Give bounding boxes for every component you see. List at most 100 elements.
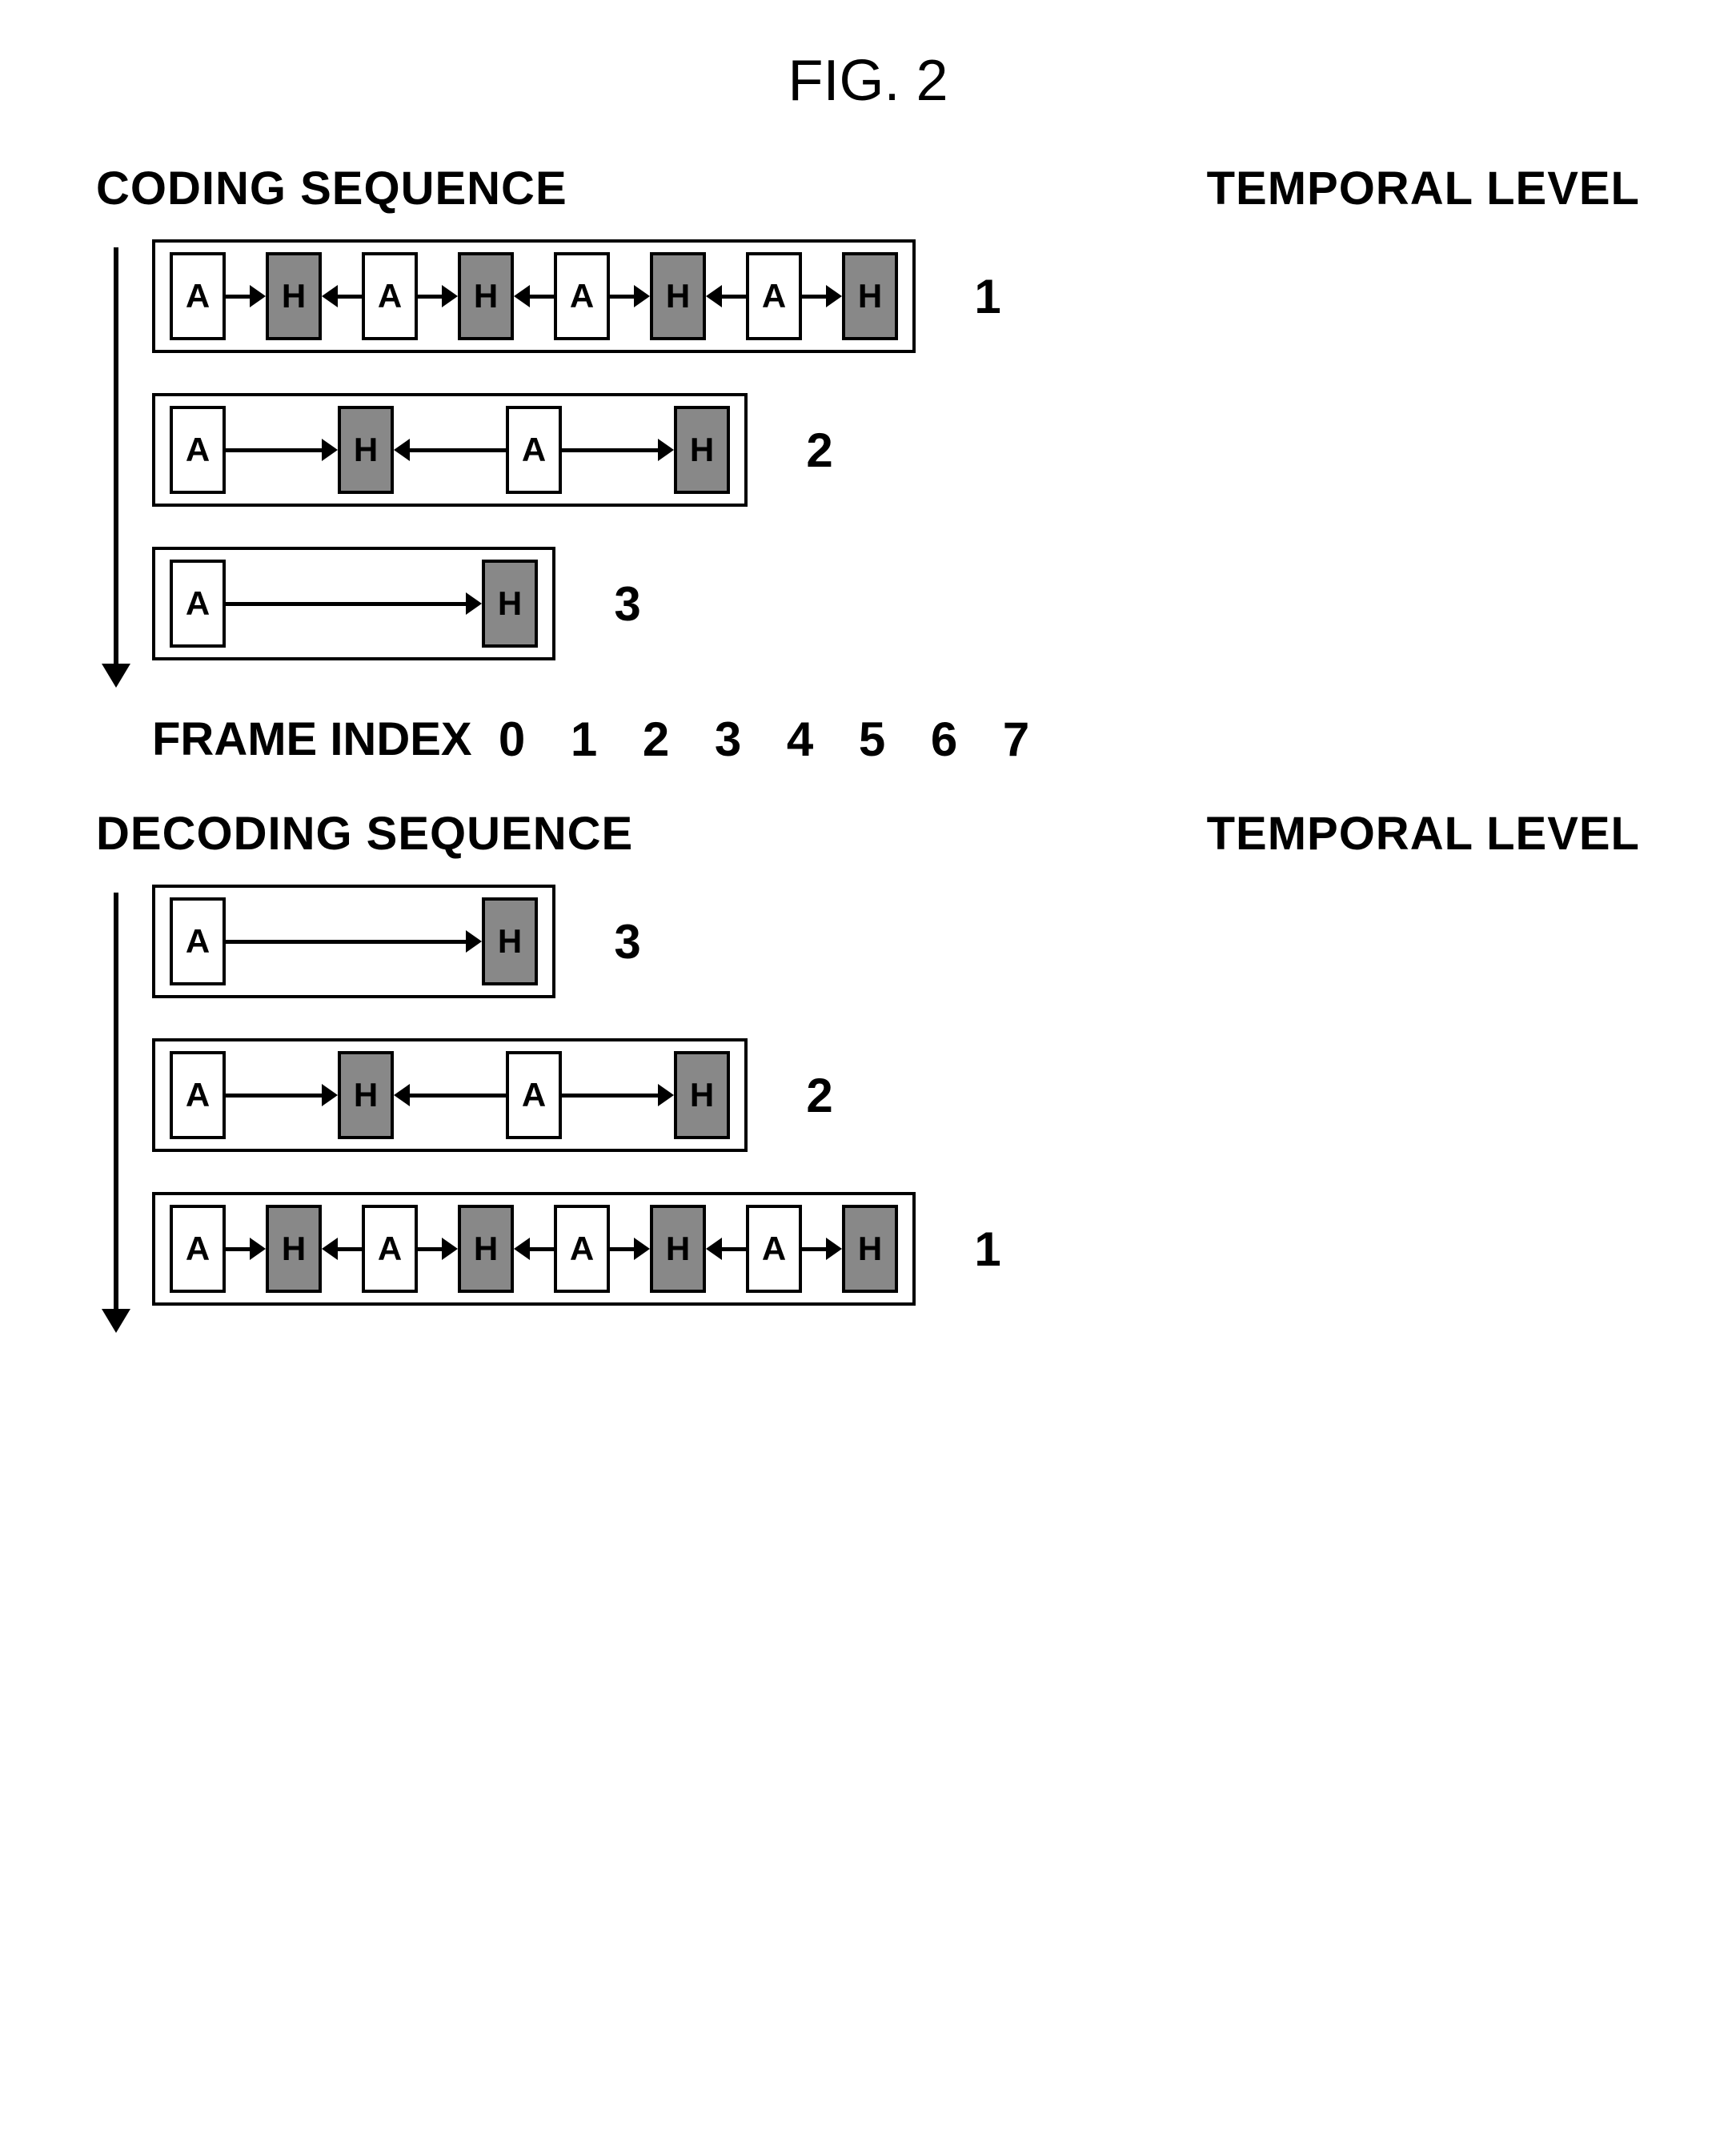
arrow-right xyxy=(610,285,650,307)
arrow-left xyxy=(514,285,554,307)
arrow-right xyxy=(418,285,458,307)
decoding-label: DECODING SEQUENCE xyxy=(96,807,633,861)
level-number: 2 xyxy=(796,1068,844,1123)
level-number: 3 xyxy=(603,576,652,632)
frame-h: H xyxy=(842,252,898,340)
decoding-section: DECODING SEQUENCE TEMPORAL LEVEL AH3AHAH… xyxy=(96,807,1640,1333)
page: FIG. 2 CODING SEQUENCE TEMPORAL LEVEL AH… xyxy=(0,0,1736,1389)
decoding-header: DECODING SEQUENCE TEMPORAL LEVEL xyxy=(96,807,1640,861)
coding-header: CODING SEQUENCE TEMPORAL LEVEL xyxy=(96,162,1640,215)
frame-a: A xyxy=(170,252,226,340)
coding-vert-arrowhead xyxy=(102,664,130,688)
frame-a: A xyxy=(362,1205,418,1293)
frame-a: A xyxy=(746,1205,802,1293)
arrow-left xyxy=(322,285,362,307)
frame-index-num: 6 xyxy=(908,712,980,767)
arrow-right xyxy=(562,439,674,461)
decoding-vert-arrow xyxy=(102,893,130,1333)
frame-a: A xyxy=(170,406,226,494)
frame-index-num: 7 xyxy=(980,712,1052,767)
coding-vert-arrow xyxy=(102,247,130,688)
coding-body: AHAHAHAH1AHAH2AH3 xyxy=(96,239,1640,688)
frames-outer: AHAHAHAH xyxy=(152,1192,916,1306)
arrow-left xyxy=(394,1084,506,1106)
frame-h: H xyxy=(482,897,538,985)
frame-index-row: FRAME INDEX 01234567 xyxy=(96,712,1640,767)
level-number: 1 xyxy=(964,269,1012,324)
level-row: AHAHAHAH1 xyxy=(152,239,1640,353)
arrow-left xyxy=(706,1238,746,1260)
coding-rows: AHAHAHAH1AHAH2AH3 xyxy=(152,239,1640,688)
frame-h: H xyxy=(650,1205,706,1293)
frame-h: H xyxy=(458,252,514,340)
arrow-right xyxy=(610,1238,650,1260)
decoding-vert-line xyxy=(114,893,118,1309)
arrow-right xyxy=(226,285,266,307)
arrow-right xyxy=(226,592,482,615)
frames-outer: AH xyxy=(152,885,555,998)
arrow-left xyxy=(706,285,746,307)
arrow-left xyxy=(394,439,506,461)
frame-index-num: 4 xyxy=(764,712,836,767)
level-row: AHAHAHAH1 xyxy=(152,1192,1640,1306)
decoding-vert-arrowhead xyxy=(102,1309,130,1333)
arrow-right xyxy=(562,1084,674,1106)
frame-a: A xyxy=(554,1205,610,1293)
frames-outer: AHAH xyxy=(152,393,748,507)
frame-a: A xyxy=(554,252,610,340)
coding-temporal-label: TEMPORAL LEVEL xyxy=(1207,162,1640,215)
arrow-right xyxy=(226,1238,266,1260)
decoding-body: AH3AHAH2AHAHAHAH1 xyxy=(96,885,1640,1333)
frame-a: A xyxy=(506,406,562,494)
decoding-rows: AH3AHAH2AHAHAHAH1 xyxy=(152,885,1640,1333)
arrow-right xyxy=(226,439,338,461)
frame-a: A xyxy=(506,1051,562,1139)
level-row: AH3 xyxy=(152,547,1640,660)
frame-h: H xyxy=(674,1051,730,1139)
frame-a: A xyxy=(362,252,418,340)
frame-index-nums: 01234567 xyxy=(476,712,1052,767)
arrow-right xyxy=(226,1084,338,1106)
level-number: 2 xyxy=(796,423,844,478)
coding-arrow-col xyxy=(96,239,136,688)
frame-index-num: 5 xyxy=(836,712,908,767)
arrow-right xyxy=(802,1238,842,1260)
frame-h: H xyxy=(266,252,322,340)
frame-h: H xyxy=(338,406,394,494)
frame-index-num: 2 xyxy=(620,712,692,767)
coding-vert-line xyxy=(114,247,118,664)
decoding-arrow-col xyxy=(96,885,136,1333)
arrow-right xyxy=(226,930,482,953)
arrow-right xyxy=(418,1238,458,1260)
level-number: 1 xyxy=(964,1222,1012,1277)
fig-title: FIG. 2 xyxy=(96,48,1640,114)
frame-h: H xyxy=(338,1051,394,1139)
decoding-temporal-label: TEMPORAL LEVEL xyxy=(1207,807,1640,861)
frames-outer: AHAHAHAH xyxy=(152,239,916,353)
frame-index-num: 3 xyxy=(692,712,764,767)
frame-h: H xyxy=(674,406,730,494)
frame-a: A xyxy=(170,1051,226,1139)
frame-index-num: 0 xyxy=(476,712,548,767)
frames-outer: AHAH xyxy=(152,1038,748,1152)
coding-section: CODING SEQUENCE TEMPORAL LEVEL AHAHAHAH1… xyxy=(96,162,1640,688)
frame-index-label: FRAME INDEX xyxy=(152,712,472,766)
frame-a: A xyxy=(746,252,802,340)
level-row: A H A H 2 xyxy=(152,393,1640,507)
frame-a: A xyxy=(170,1205,226,1293)
frame-h: H xyxy=(482,560,538,648)
frame-h: H xyxy=(266,1205,322,1293)
frames-outer: AH xyxy=(152,547,555,660)
coding-label: CODING SEQUENCE xyxy=(96,162,567,215)
frame-index-num: 1 xyxy=(548,712,620,767)
arrow-right xyxy=(802,285,842,307)
level-row: AH3 xyxy=(152,885,1640,998)
frame-h: H xyxy=(842,1205,898,1293)
frame-h: H xyxy=(458,1205,514,1293)
frame-a: A xyxy=(170,560,226,648)
arrow-left xyxy=(322,1238,362,1260)
frame-a: A xyxy=(170,897,226,985)
level-row: A H A H 2 xyxy=(152,1038,1640,1152)
arrow-left xyxy=(514,1238,554,1260)
frame-h: H xyxy=(650,252,706,340)
